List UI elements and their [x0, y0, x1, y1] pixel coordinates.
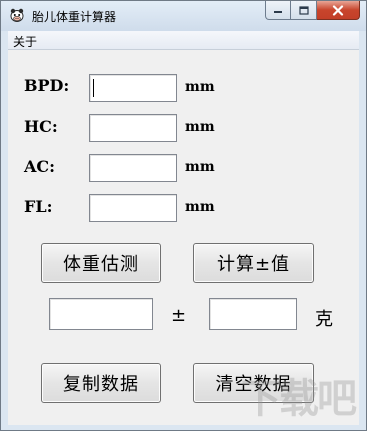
result-unit: 克	[315, 309, 333, 330]
copy-data-button[interactable]: 复制数据	[41, 363, 161, 403]
fl-input[interactable]	[89, 194, 177, 222]
hc-label: HC:	[24, 117, 58, 136]
window-title: 胎儿体重计算器	[32, 10, 117, 24]
bpd-label: BPD:	[24, 76, 70, 95]
bpd-input[interactable]	[89, 74, 177, 102]
maximize-button[interactable]	[291, 1, 317, 20]
menu-item-about[interactable]: 关于	[13, 33, 37, 50]
title-bar[interactable]: 胎儿体重计算器	[1, 1, 366, 31]
bpd-unit: mm	[185, 79, 215, 95]
hc-input[interactable]	[89, 114, 177, 142]
menu-bar: 关于	[8, 31, 359, 50]
fl-label: FL:	[24, 197, 53, 216]
hc-unit: mm	[185, 119, 215, 135]
window-controls	[265, 1, 360, 21]
tolerance-result-field[interactable]	[209, 298, 297, 330]
minimize-button[interactable]	[265, 1, 291, 20]
text-caret	[93, 79, 94, 97]
maximize-icon	[298, 5, 309, 15]
ac-input[interactable]	[89, 154, 177, 182]
watermark-text: 下载吧	[241, 376, 357, 422]
close-button[interactable]	[317, 1, 360, 20]
fl-unit: mm	[185, 199, 215, 215]
plusminus-symbol: ±	[171, 305, 187, 326]
close-icon	[332, 4, 344, 16]
app-window: 胎儿体重计算器 关于 BPD: mm HC: mm AC: mm FL: mm …	[0, 0, 367, 431]
weight-result-field[interactable]	[49, 298, 153, 330]
cow-app-icon	[10, 8, 24, 22]
estimate-weight-button[interactable]: 体重估测	[41, 243, 161, 283]
ac-label: AC:	[24, 157, 56, 176]
calculate-plusminus-button[interactable]: 计算±值	[193, 243, 314, 283]
minimize-icon	[274, 11, 282, 13]
ac-unit: mm	[185, 159, 215, 175]
